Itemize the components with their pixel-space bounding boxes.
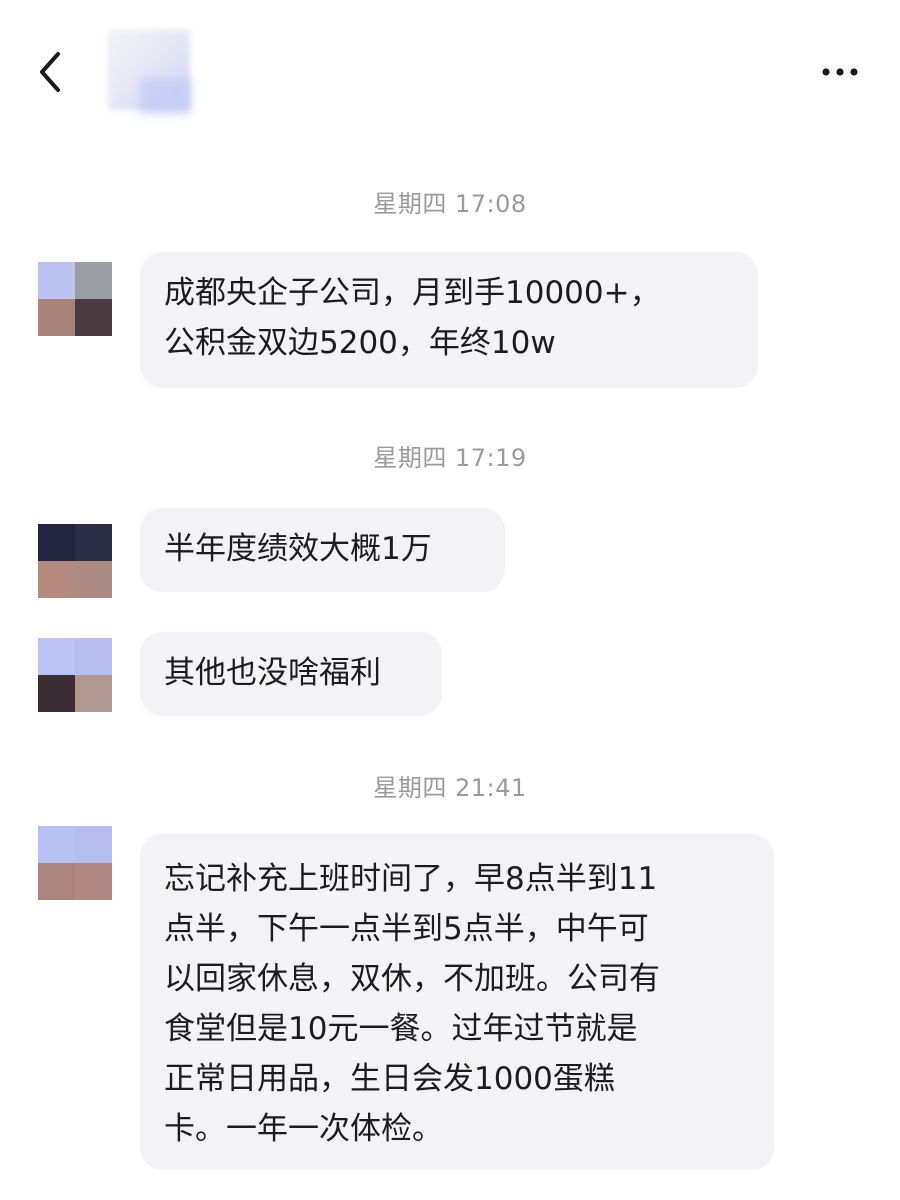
avatar[interactable]: [38, 262, 112, 336]
avatar[interactable]: [38, 524, 112, 598]
message-timestamp: 星期四 17:08: [373, 190, 527, 218]
message-bubble[interactable]: 忘记补充上班时间了，早8点半到11 点半，下午一点半到5点半，中午可 以回家休息…: [140, 834, 774, 1170]
back-button[interactable]: [30, 48, 74, 96]
message-bubble[interactable]: 成都央企子公司，月到手10000+， 公积金双边5200，年终10w: [140, 252, 758, 388]
avatar[interactable]: [38, 638, 112, 712]
chat-header: [0, 0, 900, 140]
message-bubble[interactable]: 其他也没啥福利: [140, 632, 442, 716]
contact-name-redacted-accent: [140, 78, 190, 114]
message-timestamp: 星期四 21:41: [373, 774, 527, 802]
more-button[interactable]: [820, 56, 860, 88]
avatar[interactable]: [38, 826, 112, 900]
message-bubble[interactable]: 半年度绩效大概1万: [140, 508, 505, 592]
chevron-left-icon: [40, 52, 60, 92]
message-timestamp: 星期四 17:19: [373, 444, 527, 472]
more-dots-icon: [822, 68, 858, 76]
